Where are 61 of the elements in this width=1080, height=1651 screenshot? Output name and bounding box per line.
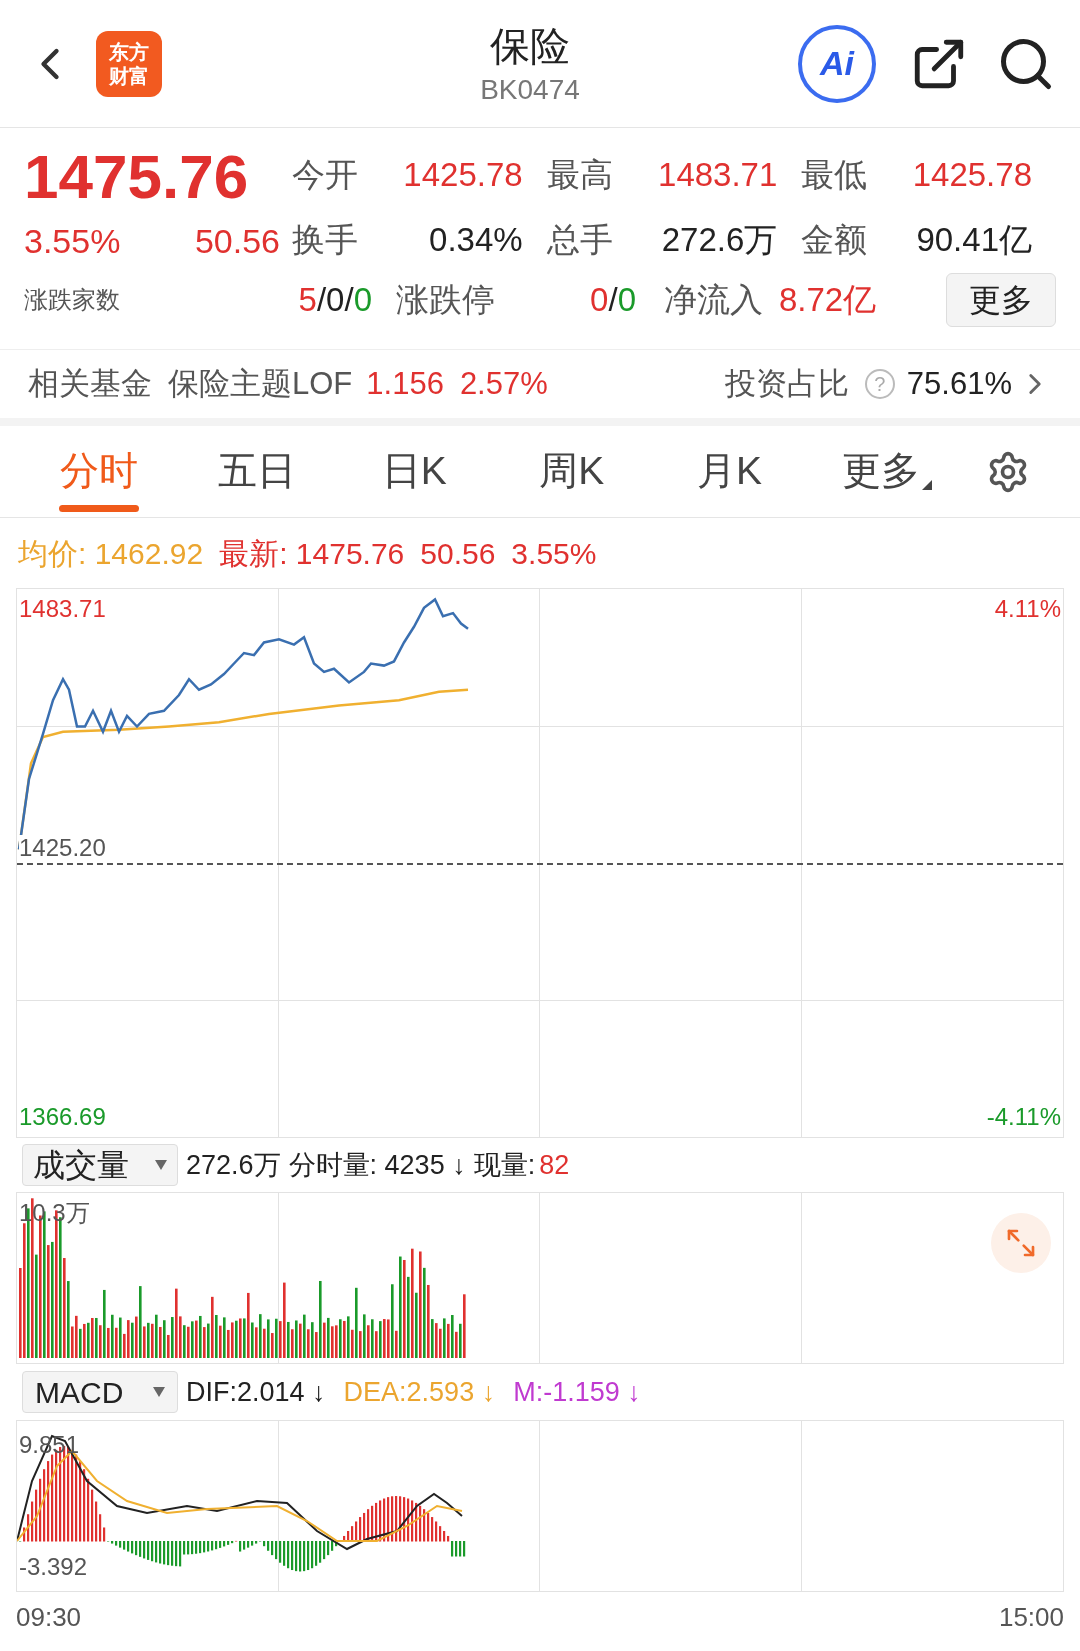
ratio-value: 75.61%	[906, 364, 1012, 403]
app-logo: 东方 财富	[96, 30, 162, 97]
limit-label: 涨跌停	[396, 280, 496, 320]
breadth-value: 5/0/0	[297, 280, 372, 320]
stat-label: 最高	[546, 155, 613, 195]
inflow-label: 净流入	[664, 280, 763, 320]
stat-value: 1425.78	[403, 155, 523, 195]
current-volume: 82	[539, 1148, 570, 1182]
breadth-label: 涨跌家数	[24, 285, 121, 315]
fund-name[interactable]: 保险主题LOF	[168, 360, 353, 408]
chart-tab[interactable]: 更多	[808, 425, 967, 518]
stat-label: 最低	[801, 155, 868, 195]
board-code: BK0474	[480, 72, 580, 107]
change-value: 50.56	[194, 221, 280, 262]
stat-value: 272.6万	[661, 220, 778, 260]
chart-tab[interactable]: 周K	[493, 425, 651, 518]
latest-percent: 3.55%	[511, 535, 597, 572]
stat-value: 1425.78	[912, 155, 1032, 195]
dropdown-caret-icon	[922, 479, 933, 490]
stat-value: 1483.71	[658, 155, 778, 195]
ai-button[interactable]: Ai	[798, 24, 876, 103]
chart-tab[interactable]: 月K	[650, 425, 809, 518]
axis-label: -3.392	[19, 1552, 88, 1582]
axis-label: 1483.71	[19, 594, 106, 624]
caret-icon	[155, 1160, 167, 1170]
inflow-value: 8.72亿	[779, 280, 877, 320]
stat-value: 0.34%	[429, 220, 523, 260]
last-price: 1475.76	[24, 142, 250, 212]
indicator-select[interactable]: 成交量	[22, 1144, 178, 1186]
ratio-label: 投资占比	[724, 364, 849, 403]
dea-value: DEA:2.593 ↓	[343, 1375, 496, 1409]
volume-detail: 分时量: 4235 ↓	[288, 1148, 466, 1182]
fund-price: 1.156	[366, 364, 444, 403]
axis-label: -4.11%	[986, 1102, 1061, 1132]
average-price: 均价: 1462.92	[18, 535, 204, 572]
time-label: 09:30	[16, 1601, 82, 1634]
stat-label: 总手	[546, 220, 613, 260]
chart-tab[interactable]: 日K	[335, 425, 493, 518]
limit-value: 0/0	[589, 280, 636, 320]
axis-label: 1366.69	[19, 1102, 106, 1132]
stat-value: 90.41亿	[916, 220, 1032, 260]
page-title: 保险	[490, 22, 570, 70]
more-button[interactable]: 更多	[946, 273, 1056, 327]
time-label: 15:00	[998, 1601, 1064, 1634]
stat-label: 金额	[801, 220, 868, 260]
axis-label: 4.11%	[994, 594, 1061, 624]
fund-change: 2.57%	[459, 364, 548, 403]
latest-change: 50.56	[420, 535, 496, 572]
caret-icon	[153, 1387, 165, 1397]
m-value: M:-1.159 ↓	[513, 1375, 641, 1409]
latest-price: 最新: 1475.76	[219, 535, 405, 572]
fund-label: 相关基金	[28, 364, 152, 403]
dif-value: DIF:2.014 ↓	[186, 1375, 326, 1409]
volume-total: 272.6万	[186, 1148, 281, 1182]
stat-label: 今开	[292, 155, 358, 195]
chart-tab[interactable]: 五日	[177, 425, 336, 518]
change-percent: 3.55%	[24, 221, 121, 262]
expand-icon	[1005, 1227, 1037, 1259]
current-volume-label: 现量:	[473, 1148, 536, 1182]
indicator-select[interactable]: MACD	[22, 1371, 178, 1413]
stat-label: 换手	[292, 220, 358, 260]
